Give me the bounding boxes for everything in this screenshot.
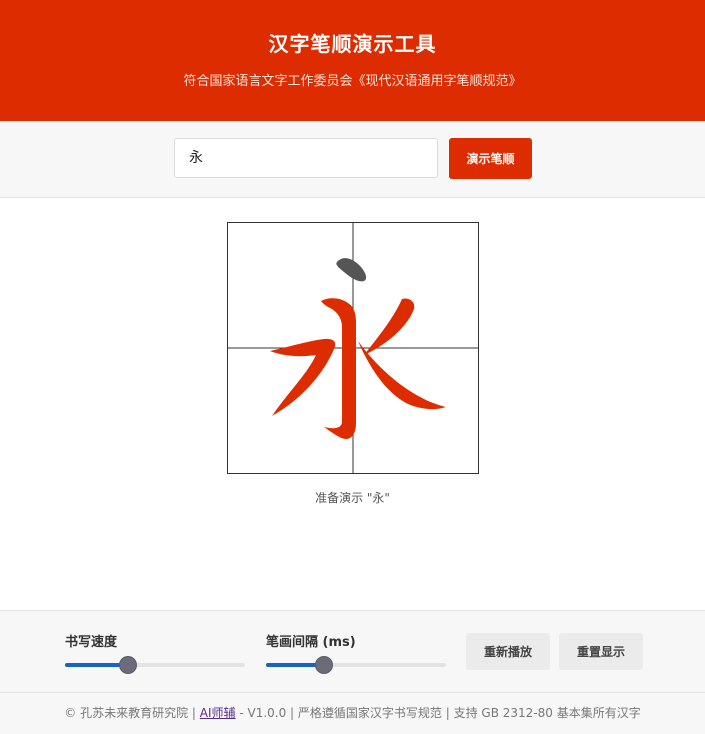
page-title: 汉字笔顺演示工具 — [268, 32, 437, 56]
interval-slider[interactable] — [266, 657, 446, 673]
stroke-right-falling-upper — [364, 298, 415, 355]
stroke-vertical-hook — [321, 298, 356, 439]
character-input[interactable]: 永 — [174, 138, 438, 178]
speed-slider-fill — [65, 663, 128, 667]
footer-link[interactable]: AI师辅 — [200, 706, 236, 720]
demo-stroke-button[interactable]: 演示笔顺 — [449, 138, 532, 179]
reset-button[interactable]: 重置显示 — [559, 633, 643, 670]
footer-prefix: © 孔苏未来教育研究院 | — [64, 706, 196, 720]
stroke-canvas — [228, 223, 478, 473]
stroke-left-fold — [270, 338, 336, 416]
speed-slider-thumb[interactable] — [120, 657, 136, 673]
footer-suffix: - V1.0.0 | 严格遵循国家汉字书写规范 | 支持 GB 2312-80 … — [239, 706, 641, 720]
writing-grid — [227, 222, 479, 474]
speed-slider[interactable] — [65, 657, 245, 673]
stroke-dot — [336, 258, 367, 282]
app-header: 汉字笔顺演示工具 符合国家语言文字工作委员会《现代汉语通用字笔顺规范》 — [0, 0, 705, 121]
input-bar: 永 演示笔顺 — [0, 121, 705, 198]
page-subtitle: 符合国家语言文字工作委员会《现代汉语通用字笔顺规范》 — [183, 74, 522, 89]
replay-button[interactable]: 重新播放 — [466, 633, 550, 670]
interval-slider-thumb[interactable] — [315, 657, 332, 673]
speed-label: 书写速度 — [65, 635, 118, 650]
footer: © 孔苏未来教育研究院 | AI师辅 - V1.0.0 | 严格遵循国家汉字书写… — [0, 692, 705, 734]
status-text: 准备演示 "永" — [315, 491, 390, 505]
interval-label: 笔画间隔 (ms) — [266, 635, 356, 650]
interval-slider-fill — [266, 663, 324, 667]
control-panel: 书写速度 笔画间隔 (ms) 重新播放 重置显示 — [0, 610, 705, 693]
